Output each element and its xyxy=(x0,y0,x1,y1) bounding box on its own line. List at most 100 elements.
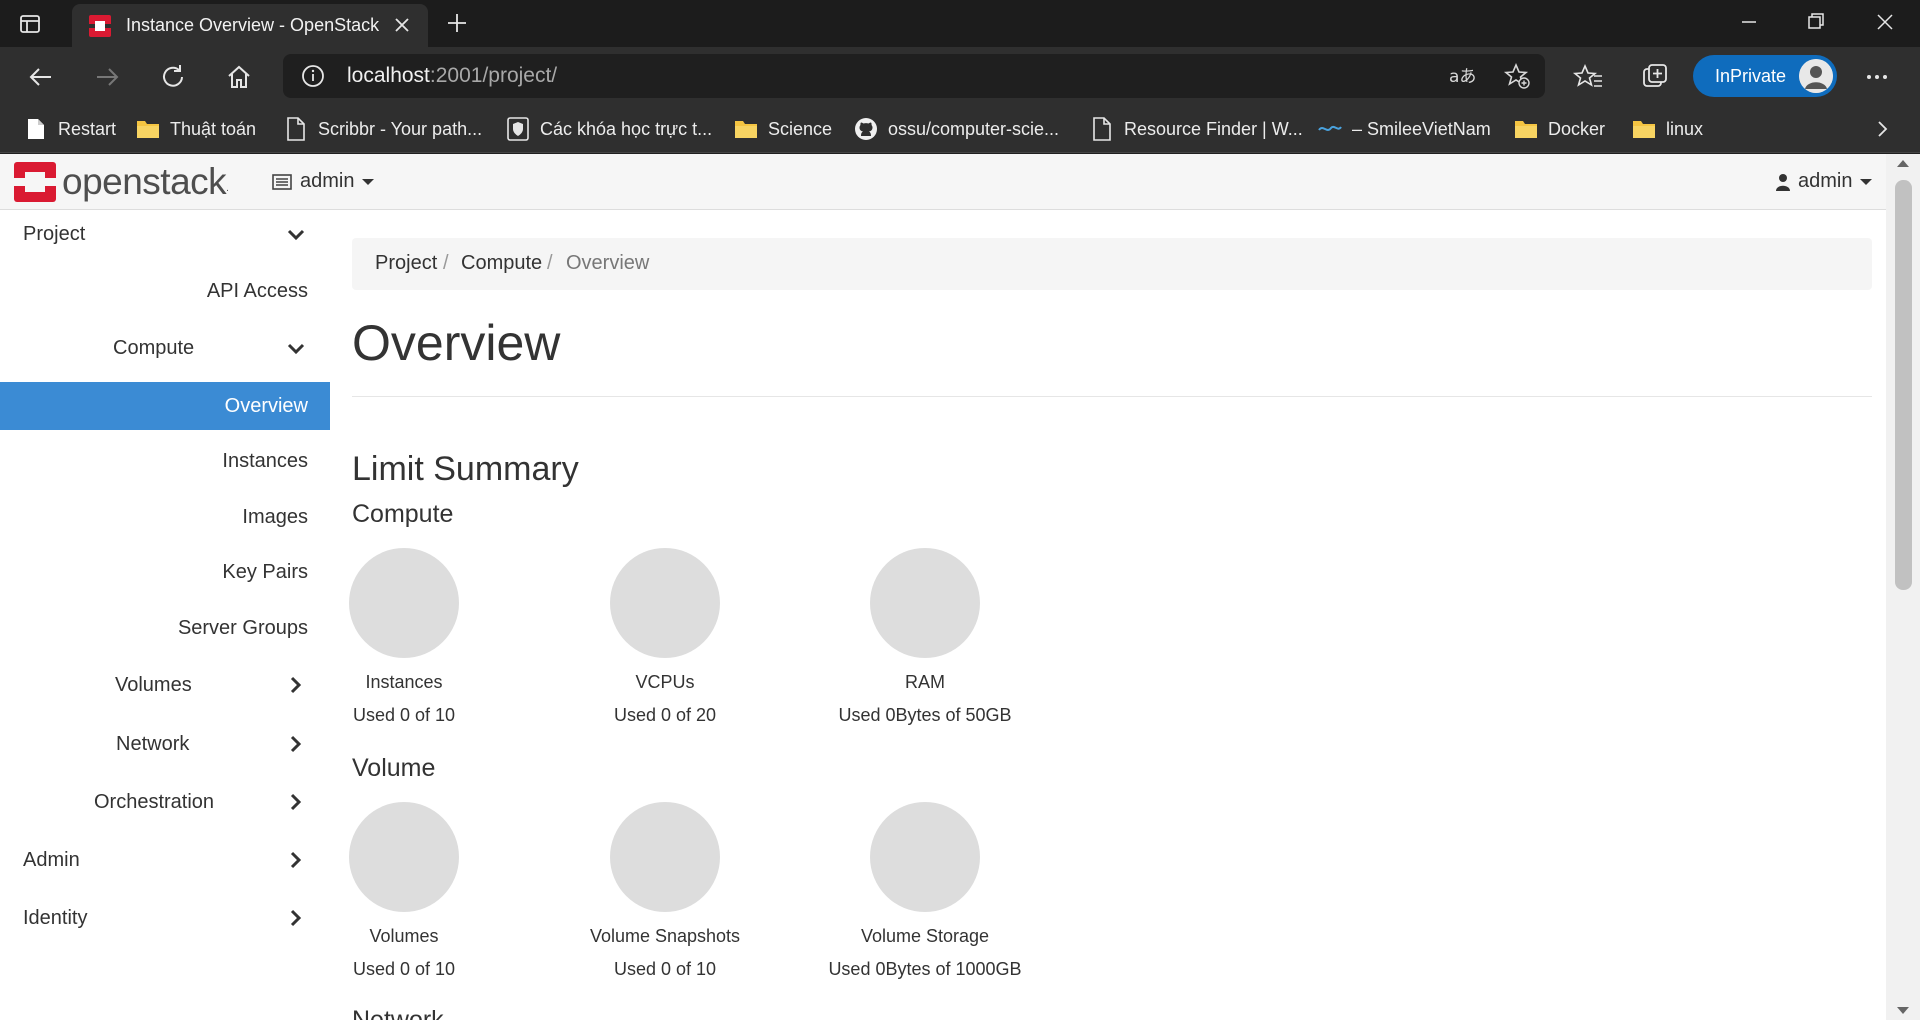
bookmark-label: Resource Finder | W... xyxy=(1124,118,1303,139)
quota-name: Volume Snapshots xyxy=(589,926,741,946)
bookmark-thuat-toan[interactable]: Thuật toán xyxy=(136,116,256,142)
sidebar-item-label: Project xyxy=(23,223,86,245)
forward-icon[interactable] xyxy=(90,60,124,94)
breadcrumb: Project / Compute / Overview xyxy=(352,238,1872,290)
url-host: localhost xyxy=(347,64,430,87)
close-tab-icon[interactable] xyxy=(390,13,414,37)
github-icon xyxy=(854,117,878,141)
refresh-icon[interactable] xyxy=(156,60,190,94)
bookmark-label: ossu/computer-scie... xyxy=(888,118,1060,139)
limit-summary-heading: Limit Summary xyxy=(352,450,579,488)
quota-name: RAM xyxy=(905,672,945,692)
sidebar-item-label: API Access xyxy=(206,280,308,302)
sidebar-item-label: Images xyxy=(242,506,308,528)
bookmark-resource-finder[interactable]: Resource Finder | W... xyxy=(1090,116,1303,142)
minimize-icon[interactable] xyxy=(1726,8,1772,36)
quota-volume-snapshots: Volume Snapshots Used 0 of 10 xyxy=(535,802,795,980)
site-info-icon[interactable] xyxy=(301,64,325,88)
sidebar-item-api-access[interactable]: API Access xyxy=(0,267,330,315)
folder-icon xyxy=(734,117,758,141)
breadcrumb-compute[interactable]: Compute xyxy=(461,252,542,275)
bookmark-label: – SmileeVietNam xyxy=(1352,118,1491,139)
openstack-logo[interactable]: openstack . xyxy=(14,161,229,202)
usage-pie-chart xyxy=(610,548,720,658)
sidebar-item-label: Network xyxy=(116,733,190,755)
usage-pie-chart xyxy=(610,802,720,912)
bookmark-ossu[interactable]: ossu/computer-scie... xyxy=(854,116,1059,142)
compute-heading: Compute xyxy=(352,500,454,528)
quota-name: Volumes xyxy=(369,926,439,946)
active-tab[interactable]: Instance Overview - OpenStack D xyxy=(72,4,428,47)
browser-tab-bar: Instance Overview - OpenStack D xyxy=(0,0,1920,47)
more-menu-icon[interactable] xyxy=(1860,60,1894,94)
openstack-mark-icon xyxy=(14,162,56,202)
quota-volumes: Volumes Used 0 of 10 xyxy=(274,802,534,980)
sidebar-item-images[interactable]: Images xyxy=(0,493,330,541)
usage-pie-chart xyxy=(870,548,980,658)
favorites-icon[interactable] xyxy=(1572,60,1606,94)
address-bar[interactable]: localhost:2001/project/ aあ xyxy=(283,54,1545,98)
close-window-icon[interactable] xyxy=(1862,8,1908,36)
bookmark-scribbr[interactable]: Scribbr - Your path... xyxy=(284,116,482,142)
sidebar-item-label: Orchestration xyxy=(94,791,215,813)
quota-usage: Used 0 of 10 xyxy=(352,705,456,725)
smilee-logo-icon xyxy=(1318,117,1342,141)
url-text[interactable]: localhost:2001/project/ xyxy=(347,64,557,88)
quota-name: Instances xyxy=(365,672,443,692)
bookmark-docker[interactable]: Docker xyxy=(1514,116,1605,142)
sidebar-item-network[interactable]: Network xyxy=(0,720,330,768)
sidebar-item-project[interactable]: Project xyxy=(0,210,330,258)
bookmark-science[interactable]: Science xyxy=(734,116,832,142)
profile-avatar-icon xyxy=(1799,59,1833,93)
breadcrumb-separator: / xyxy=(547,252,553,274)
brand-mark: . xyxy=(226,183,229,194)
sidebar-item-label: Identity xyxy=(23,907,88,929)
folder-icon xyxy=(136,117,160,141)
quota-ram: RAM Used 0Bytes of 50GB xyxy=(795,548,1055,726)
url-path: :2001/project/ xyxy=(429,64,558,87)
bookmark-label: Scribbr - Your path... xyxy=(318,118,483,139)
usage-pie-chart xyxy=(349,802,459,912)
home-icon[interactable] xyxy=(222,60,256,94)
brand-wordmark: openstack xyxy=(62,161,227,202)
sidebar-item-instances[interactable]: Instances xyxy=(0,437,330,485)
add-favorite-icon[interactable] xyxy=(1503,62,1531,90)
sidebar-item-label: Instances xyxy=(222,450,308,472)
chevron-down-icon xyxy=(286,338,306,358)
back-icon[interactable] xyxy=(24,60,58,94)
bookmark-label: linux xyxy=(1666,118,1704,139)
scrollbar-thumb[interactable] xyxy=(1895,180,1912,590)
bookmark-label: Thuật toán xyxy=(170,118,257,139)
usage-pie-chart xyxy=(870,802,980,912)
bookmarks-bar: Restart Thuật toán Scribbr - Your path..… xyxy=(0,105,1920,153)
tab-title: Instance Overview - OpenStack D xyxy=(126,15,384,35)
sidebar-item-compute[interactable]: Compute xyxy=(0,324,330,372)
scroll-up-icon[interactable] xyxy=(1897,160,1909,167)
folder-icon xyxy=(1632,117,1656,141)
scroll-down-icon[interactable] xyxy=(1897,1007,1909,1014)
breadcrumb-separator: / xyxy=(443,252,449,274)
new-tab-icon[interactable] xyxy=(442,8,472,38)
page-scrollbar[interactable] xyxy=(1886,154,1920,1020)
quota-usage: Used 0 of 10 xyxy=(352,959,456,979)
shield-page-icon xyxy=(506,117,530,141)
translate-icon[interactable]: aあ xyxy=(1447,62,1476,90)
quota-usage: Used 0Bytes of 50GB xyxy=(838,705,1012,725)
bookmark-label: Docker xyxy=(1548,118,1606,139)
restore-icon[interactable] xyxy=(1792,8,1838,36)
bookmark-khoa-hoc[interactable]: Các khóa học trực t... xyxy=(506,116,712,142)
svg-text:aあ: aあ xyxy=(1449,67,1475,87)
breadcrumb-project[interactable]: Project xyxy=(375,252,437,275)
inprivate-label: InPrivate xyxy=(1715,66,1787,86)
page-title: Overview xyxy=(352,315,561,371)
bookmark-linux[interactable]: linux xyxy=(1632,116,1703,142)
bookmark-smilee[interactable]: – SmileeVietNam xyxy=(1318,116,1491,142)
breadcrumb-overview: Overview xyxy=(566,252,650,274)
tab-actions-icon[interactable] xyxy=(18,12,52,36)
sidebar-item-overview[interactable]: Overview xyxy=(0,382,330,430)
chevron-right-icon[interactable] xyxy=(1872,119,1892,139)
collections-icon[interactable] xyxy=(1638,60,1672,94)
inprivate-button[interactable]: InPrivate xyxy=(1693,55,1837,97)
main-content: Project / Compute / Overview Overview Li… xyxy=(349,154,1872,1020)
bookmark-restart[interactable]: Restart xyxy=(24,116,116,142)
